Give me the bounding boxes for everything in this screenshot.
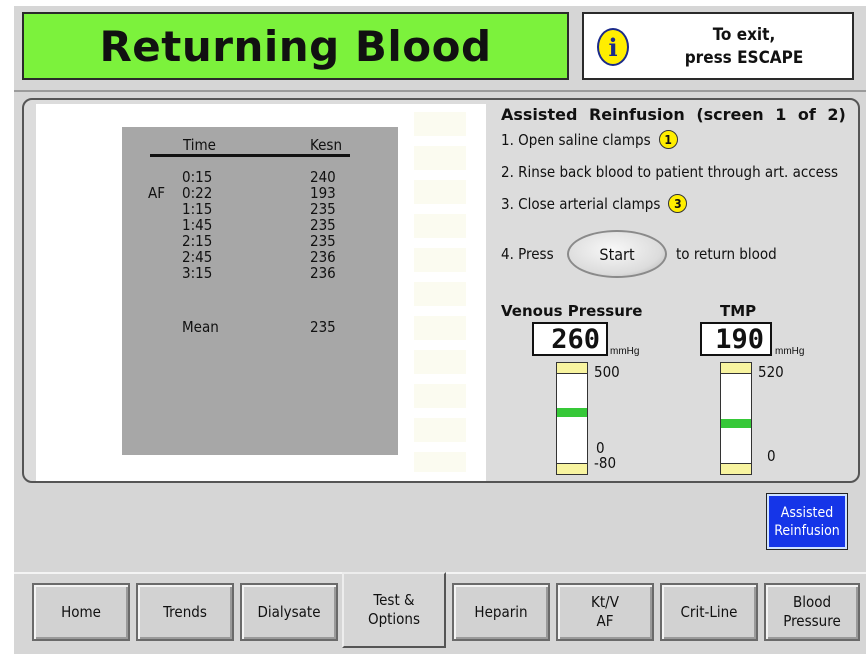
time-cell: 1:15 xyxy=(182,200,213,218)
step-4-suffix-text: to return blood xyxy=(676,245,777,263)
venous-current-marker xyxy=(557,408,587,417)
tab-bp-line-2: Pressure xyxy=(783,612,841,630)
mean-value: 235 xyxy=(310,318,336,336)
kesn-cell: 235 xyxy=(310,232,336,250)
venous-scale-min: -80 xyxy=(594,454,617,472)
step-4-prefix-text: 4. Press xyxy=(501,245,554,263)
column-header-time: Time xyxy=(183,136,216,154)
assisted-reinfusion-line-2: Reinfusion xyxy=(774,522,840,539)
column-header-kesn: Kesn xyxy=(310,136,342,154)
venous-pressure-bar xyxy=(556,362,588,475)
faded-column xyxy=(414,112,466,472)
kesn-cell: 235 xyxy=(310,216,336,234)
tab-dialysate[interactable]: Dialysate xyxy=(240,583,338,641)
assisted-reinfusion-line-1: Assisted xyxy=(780,504,834,521)
tmp-scale-zero: 0 xyxy=(767,447,776,465)
af-label: AF xyxy=(148,184,165,202)
venous-lower-limit-zone xyxy=(557,463,587,474)
venous-upper-limit-zone xyxy=(557,363,587,374)
time-cell: 1:45 xyxy=(182,216,213,234)
tab-test-line-1: Test & xyxy=(373,591,415,609)
step-3-badge-icon: 3 xyxy=(668,194,688,213)
step-4-suffix: to return blood xyxy=(676,245,777,263)
tab-trends[interactable]: Trends xyxy=(136,583,234,641)
exit-instructions: To exit, press ESCAPE xyxy=(644,24,844,70)
time-cell: 2:45 xyxy=(182,248,213,266)
tmp-value: 190 xyxy=(700,322,772,356)
exit-line-1: To exit, xyxy=(712,25,776,45)
tab-home[interactable]: Home xyxy=(32,583,130,641)
tmp-unit: mmHg xyxy=(775,346,805,357)
time-cell: 3:15 xyxy=(182,264,213,282)
table-header-rule xyxy=(150,154,350,157)
tmp-scale-max: 520 xyxy=(758,363,784,381)
step-2: 2. Rinse back blood to patient through a… xyxy=(501,163,838,181)
exit-info-box: i To exit, press ESCAPE xyxy=(582,12,854,80)
venous-pressure-value: 260 xyxy=(532,322,608,356)
step-4-prefix: 4. Press xyxy=(501,245,554,263)
kesn-table xyxy=(122,127,398,455)
tab-heparin[interactable]: Heparin xyxy=(452,583,550,641)
kesn-cell: 236 xyxy=(310,264,336,282)
venous-scale-zero: 0 xyxy=(596,439,605,457)
step-1: 1. Open saline clamps 1 xyxy=(501,130,678,149)
step-1-badge-icon: 1 xyxy=(658,130,678,149)
tmp-bar xyxy=(720,362,752,475)
tmp-upper-limit-zone xyxy=(721,363,751,374)
tab-test-options[interactable]: Test & Options xyxy=(342,572,446,648)
time-cell: 0:22 xyxy=(182,184,213,202)
tmp-label: TMP xyxy=(720,302,757,320)
tab-crit-line[interactable]: Crit-Line xyxy=(660,583,758,641)
title-banner: Returning Blood xyxy=(22,12,569,80)
step-3-text: 3. Close arterial clamps xyxy=(501,194,661,213)
kesn-cell: 235 xyxy=(310,200,336,218)
step-2-text: 2. Rinse back blood to patient through a… xyxy=(501,163,839,181)
tab-bp-line-1: Blood xyxy=(792,593,832,611)
tab-blood-pressure[interactable]: Blood Pressure xyxy=(764,583,860,641)
kesn-cell: 236 xyxy=(310,248,336,266)
mean-label: Mean xyxy=(182,318,219,336)
kesn-cell: 193 xyxy=(310,184,336,202)
exit-line-2: press ESCAPE xyxy=(684,48,804,68)
instructions-title: Assisted Reinfusion (screen 1 of 2) xyxy=(501,105,846,124)
tab-test-line-2: Options xyxy=(367,610,421,628)
header-divider xyxy=(14,90,866,92)
info-icon: i xyxy=(597,28,629,66)
venous-pressure-label: Venous Pressure xyxy=(501,302,643,320)
tmp-current-marker xyxy=(721,419,751,428)
tab-ktv-line-2: AF xyxy=(596,612,614,630)
page-title: Returning Blood xyxy=(99,21,492,71)
start-button[interactable]: Start xyxy=(567,230,667,278)
tab-ktv-af[interactable]: Kt/V AF xyxy=(556,583,654,641)
time-cell: 0:15 xyxy=(182,168,213,186)
venous-scale-max: 500 xyxy=(594,363,620,381)
tmp-lower-limit-zone xyxy=(721,463,751,474)
tab-bar-edge-right xyxy=(446,572,866,574)
venous-unit: mmHg xyxy=(610,346,640,357)
assisted-reinfusion-button[interactable]: Assisted Reinfusion xyxy=(766,493,848,550)
tab-bar-edge-left xyxy=(14,572,342,574)
step-1-text: 1. Open saline clamps xyxy=(501,130,651,149)
kesn-cell: 240 xyxy=(310,168,336,186)
step-3: 3. Close arterial clamps 3 xyxy=(501,194,688,213)
time-cell: 2:15 xyxy=(182,232,213,250)
tab-ktv-line-1: Kt/V xyxy=(591,593,619,611)
